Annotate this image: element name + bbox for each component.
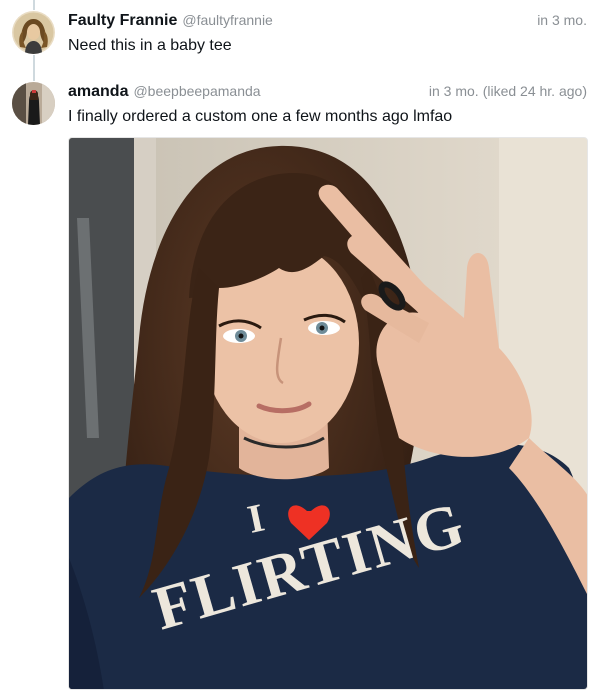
avatar-faultyfrannie[interactable] <box>12 11 55 54</box>
user-handle[interactable]: @faultyfrannie <box>182 12 272 28</box>
user-handle[interactable]: @beepbeepamanda <box>133 83 260 99</box>
avatar-image <box>12 82 55 125</box>
post-timestamp[interactable]: in 3 mo. <box>429 83 479 99</box>
post-header: amanda @beepbeepamanda in 3 mo. (liked 2… <box>68 83 587 103</box>
post-text: I finally ordered a custom one a few mon… <box>68 108 453 125</box>
post-header: Faulty Frannie @faultyfrannie in 3 mo. <box>68 12 587 32</box>
liked-timestamp: (liked 24 hr. ago) <box>482 83 587 99</box>
selfie-image: I FLIRTING <box>69 138 587 689</box>
post-timestamp[interactable]: in 3 mo. <box>537 12 587 28</box>
display-name[interactable]: Faulty Frannie <box>68 12 177 30</box>
post[interactable]: Faulty Frannie @faultyfrannie in 3 mo. N… <box>0 0 599 70</box>
display-name[interactable]: amanda <box>68 83 128 101</box>
post[interactable]: amanda @beepbeepamanda in 3 mo. (liked 2… <box>0 76 599 700</box>
post-text: Need this in a baby tee <box>68 37 232 54</box>
avatar-image <box>12 11 55 54</box>
avatar-beepbeepamanda[interactable] <box>12 82 55 125</box>
post-photo[interactable]: I FLIRTING <box>68 137 588 690</box>
